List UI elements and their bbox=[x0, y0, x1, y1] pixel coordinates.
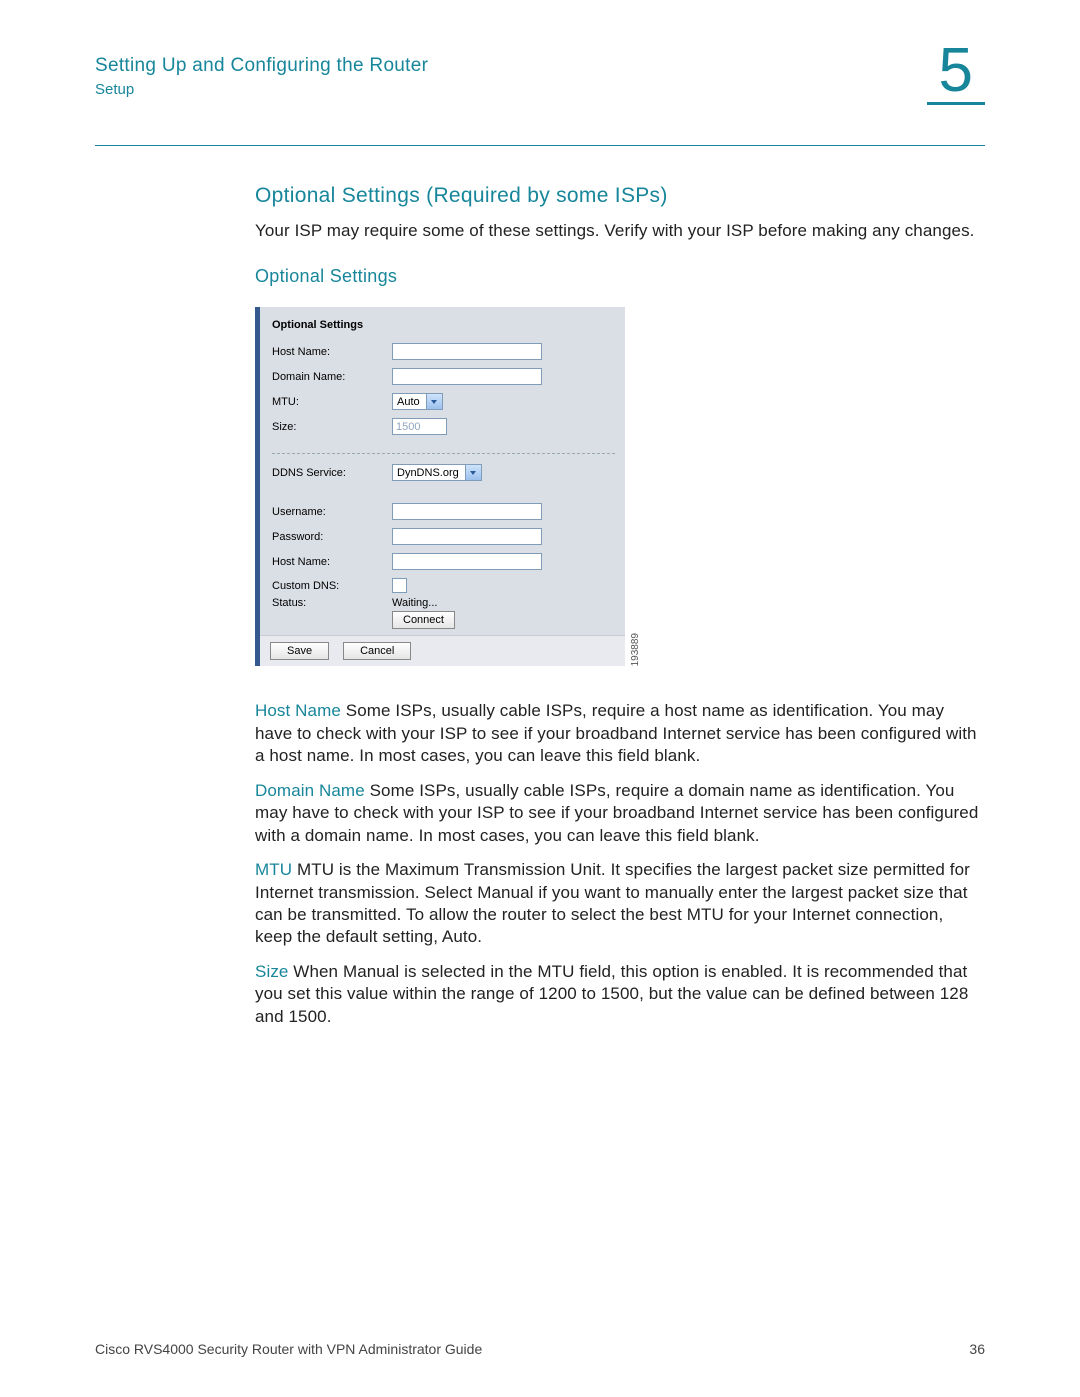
save-button[interactable]: Save bbox=[270, 642, 329, 660]
section-heading: Optional Settings (Required by some ISPs… bbox=[255, 184, 985, 208]
page-footer: Cisco RVS4000 Security Router with VPN A… bbox=[95, 1341, 985, 1357]
size-definition: Size When Manual is selected in the MTU … bbox=[255, 961, 985, 1028]
doc-title: Cisco RVS4000 Security Router with VPN A… bbox=[95, 1341, 482, 1357]
chevron-down-icon bbox=[465, 465, 481, 480]
ddns-select-value: DynDNS.org bbox=[393, 467, 465, 479]
cancel-button[interactable]: Cancel bbox=[343, 642, 411, 660]
ddns-select[interactable]: DynDNS.org bbox=[392, 464, 482, 481]
router-screenshot: Optional Settings Host Name: Domain Name… bbox=[255, 307, 637, 666]
mtu-label: MTU: bbox=[272, 396, 392, 408]
size-label: Size: bbox=[272, 421, 392, 433]
chapter-number: 5 bbox=[927, 40, 985, 105]
host-name-label: Host Name: bbox=[272, 346, 392, 358]
size-input[interactable] bbox=[392, 418, 447, 435]
section-intro: Your ISP may require some of these setti… bbox=[255, 220, 985, 242]
password-label: Password: bbox=[272, 531, 392, 543]
chapter-title: Setting Up and Configuring the Router bbox=[95, 55, 985, 77]
ddns-label: DDNS Service: bbox=[272, 467, 392, 479]
mtu-definition: MTU MTU is the Maximum Transmission Unit… bbox=[255, 859, 985, 949]
domain-name-input[interactable] bbox=[392, 368, 542, 385]
content-area: Optional Settings (Required by some ISPs… bbox=[255, 184, 985, 1028]
status-value: Waiting... bbox=[392, 597, 437, 609]
panel-title: Optional Settings bbox=[260, 307, 625, 339]
custom-dns-checkbox[interactable] bbox=[392, 578, 407, 593]
hostname-definition: Host Name Some ISPs, usually cable ISPs,… bbox=[255, 700, 985, 767]
page-number: 36 bbox=[969, 1341, 985, 1357]
header-divider bbox=[95, 145, 985, 146]
chevron-down-icon bbox=[426, 394, 442, 409]
password-input[interactable] bbox=[392, 528, 542, 545]
image-code: 193889 bbox=[630, 633, 641, 666]
host-name-input[interactable] bbox=[392, 343, 542, 360]
host-name2-input[interactable] bbox=[392, 553, 542, 570]
host-name2-label: Host Name: bbox=[272, 556, 392, 568]
breadcrumb: Setup bbox=[95, 81, 985, 98]
button-bar: Save Cancel bbox=[260, 635, 625, 666]
subsection-heading: Optional Settings bbox=[255, 266, 985, 287]
connect-button[interactable]: Connect bbox=[392, 611, 455, 629]
mtu-select-value: Auto bbox=[393, 396, 426, 408]
domainname-definition: Domain Name Some ISPs, usually cable ISP… bbox=[255, 780, 985, 847]
mtu-select[interactable]: Auto bbox=[392, 393, 443, 410]
status-label: Status: bbox=[272, 597, 392, 609]
username-label: Username: bbox=[272, 506, 392, 518]
page-header: Setting Up and Configuring the Router Se… bbox=[95, 55, 985, 135]
custom-dns-label: Custom DNS: bbox=[272, 580, 392, 592]
domain-name-label: Domain Name: bbox=[272, 371, 392, 383]
username-input[interactable] bbox=[392, 503, 542, 520]
